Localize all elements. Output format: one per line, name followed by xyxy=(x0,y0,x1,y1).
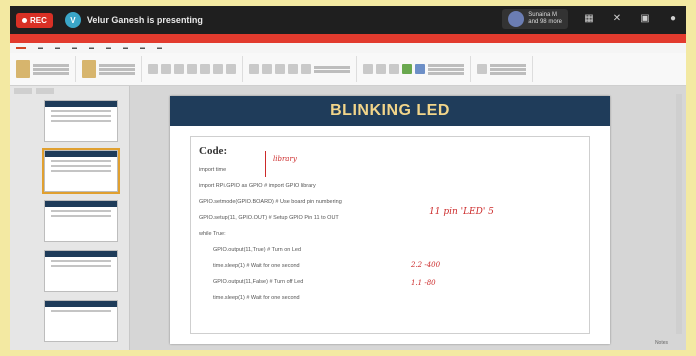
align-right-icon[interactable] xyxy=(301,64,311,74)
meeting-controls: Sunaina M and 98 more ▦ ✕ ▣ ● xyxy=(502,9,680,29)
handwritten-annotation: 2.2 -400 xyxy=(411,261,441,269)
title-bar xyxy=(50,36,686,41)
shape-icon[interactable] xyxy=(376,64,386,74)
numbering-icon[interactable] xyxy=(262,64,272,74)
meeting-top-bar: REC V Velur Ganesh is presenting Sunaina… xyxy=(10,6,686,34)
slide-title: BLINKING LED xyxy=(170,96,610,126)
tab-slides[interactable] xyxy=(14,88,32,94)
find-icon[interactable] xyxy=(477,64,487,74)
underline-icon[interactable] xyxy=(174,64,184,74)
people-icon[interactable]: ● xyxy=(666,13,680,25)
slide-editor-canvas: BLINKING LED Code: import time import RP… xyxy=(130,86,686,350)
quick-access-toolbar xyxy=(10,34,686,43)
code-line: time.sleep(1) # Wait for one second xyxy=(213,295,300,301)
slide-thumbnail[interactable] xyxy=(44,250,118,292)
paragraph-group xyxy=(249,56,357,82)
align-left-icon[interactable] xyxy=(275,64,285,74)
code-line: time.sleep(1) # Wait for one second xyxy=(213,263,300,269)
ribbon-tabs: ▬ ▬ ▬ ▬ ▬ ▬ ▬ ▬ xyxy=(10,43,686,53)
editing-group xyxy=(477,56,533,82)
handwritten-annotation: library xyxy=(273,155,297,163)
font-group xyxy=(148,56,243,82)
avatar xyxy=(508,11,525,27)
arrange-icon[interactable] xyxy=(402,64,412,74)
code-line: GPIO.output(11,False) # Turn off Led xyxy=(213,279,304,285)
bullets-icon[interactable] xyxy=(249,64,259,74)
code-line: while True: xyxy=(199,231,226,237)
shadow-icon[interactable] xyxy=(187,64,197,74)
drawing-group xyxy=(363,56,471,82)
workspace: BLINKING LED Code: import time import RP… xyxy=(10,86,686,350)
tab-animations[interactable]: ▬ xyxy=(106,45,111,51)
font-color-icon[interactable] xyxy=(213,64,223,74)
handwritten-annotation: 1.1 -80 xyxy=(411,279,436,287)
code-line: GPIO.output(11,True) # Turn on Led xyxy=(213,247,302,253)
presenting-status-text: Velur Ganesh is presenting xyxy=(86,15,203,25)
slide-thumbnail[interactable] xyxy=(44,100,118,142)
font-size-icon[interactable] xyxy=(226,64,236,74)
thumbnail-tabs xyxy=(10,86,129,96)
slide-thumbnail[interactable] xyxy=(44,200,118,242)
ribbon xyxy=(10,53,686,86)
shape-icon[interactable] xyxy=(363,64,373,74)
handwritten-annotation: 11 pin 'LED' 5 xyxy=(429,207,494,217)
vertical-scrollbar[interactable] xyxy=(676,94,682,334)
slides-group xyxy=(82,56,142,82)
rec-label: REC xyxy=(30,15,47,25)
presenter-avatar: V xyxy=(64,12,81,28)
tab-review[interactable]: ▬ xyxy=(140,45,145,51)
tab-slideshow[interactable]: ▬ xyxy=(123,45,128,51)
record-dot-icon xyxy=(22,17,27,23)
ink-stroke xyxy=(265,151,269,177)
participant-name: Sunaina M xyxy=(528,12,557,18)
camera-off-icon[interactable]: ▣ xyxy=(638,13,652,25)
strikethrough-icon[interactable] xyxy=(200,64,210,74)
slide-thumbnails-pane xyxy=(10,86,130,350)
recording-badge: REC xyxy=(16,12,53,28)
italic-icon[interactable] xyxy=(161,64,171,74)
current-slide[interactable]: BLINKING LED Code: import time import RP… xyxy=(170,96,610,344)
code-line: import RPi.GPIO as GPIO # import GPIO li… xyxy=(199,183,316,189)
microphone-off-icon[interactable]: ✕ xyxy=(610,13,624,25)
shape-icon[interactable] xyxy=(389,64,399,74)
paste-icon[interactable] xyxy=(16,60,30,78)
quick-styles-icon[interactable] xyxy=(415,64,425,74)
content-placeholder[interactable]: Code: import time import RPi.GPIO as GPI… xyxy=(190,136,590,334)
code-line: GPIO.setup(11, GPIO.OUT) # Setup GPIO Pi… xyxy=(199,215,339,221)
participant-chip[interactable]: Sunaina M and 98 more xyxy=(502,9,568,29)
new-slide-icon[interactable] xyxy=(82,60,96,78)
grid-view-icon[interactable]: ▦ xyxy=(582,13,596,25)
slide-thumbnail[interactable] xyxy=(44,300,118,342)
tab-file[interactable] xyxy=(16,47,26,49)
bold-icon[interactable] xyxy=(148,64,158,74)
tab-transitions[interactable]: ▬ xyxy=(89,45,94,51)
participant-count: and 98 more xyxy=(528,19,562,25)
notes-label: Notes xyxy=(654,340,668,346)
code-heading: Code: xyxy=(199,145,228,157)
tab-outline[interactable] xyxy=(36,88,54,94)
clipboard-group xyxy=(16,56,76,82)
align-center-icon[interactable] xyxy=(288,64,298,74)
tab-design[interactable]: ▬ xyxy=(72,45,77,51)
powerpoint-window: ▬ ▬ ▬ ▬ ▬ ▬ ▬ ▬ BLINKING LED Code: impor… xyxy=(10,34,686,350)
tab-insert[interactable]: ▬ xyxy=(55,45,60,51)
slide-thumbnail-selected[interactable] xyxy=(42,148,120,194)
tab-home[interactable]: ▬ xyxy=(38,45,43,51)
tab-view[interactable]: ▬ xyxy=(157,45,162,51)
code-line: GPIO.setmode(GPIO.BOARD) # Use board pin… xyxy=(199,199,342,205)
code-line: import time xyxy=(199,167,227,173)
screen-frame: REC V Velur Ganesh is presenting Sunaina… xyxy=(10,6,686,350)
